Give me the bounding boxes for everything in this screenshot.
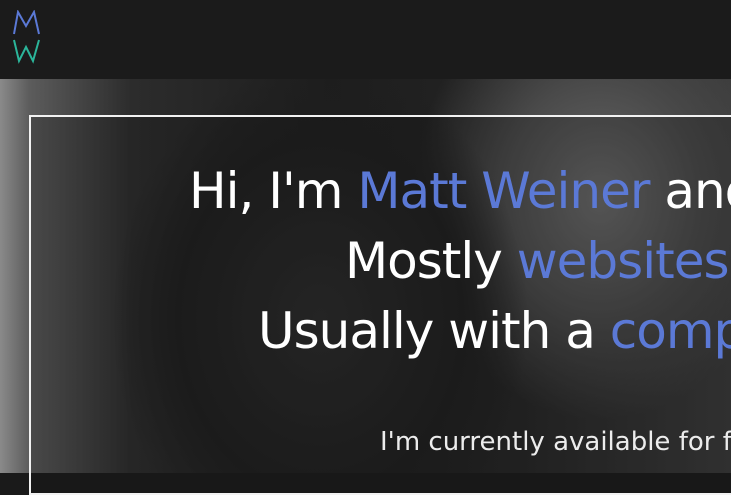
top-nav-bar: [0, 0, 731, 79]
site-logo[interactable]: [12, 9, 42, 64]
headline-greeting: Hi, I'm: [189, 162, 358, 220]
hero-headline-line2: Mostly websites: [345, 232, 730, 290]
headline-name: Matt Weiner: [357, 162, 650, 220]
headline-line2-prefix: Mostly: [345, 232, 517, 290]
headline-line3-accent: comp: [609, 302, 731, 360]
hero-headline-line3: Usually with a comp: [258, 302, 731, 360]
headline-line2-accent: websites: [516, 232, 730, 290]
headline-line3-prefix: Usually with a: [258, 302, 610, 360]
mw-logo-icon: [13, 9, 40, 64]
headline-line1-suffix: and: [664, 162, 731, 220]
hero-headline-line1: Hi, I'm Matt Weiner and: [189, 162, 731, 220]
availability-text: I'm currently available for fre: [380, 427, 731, 457]
